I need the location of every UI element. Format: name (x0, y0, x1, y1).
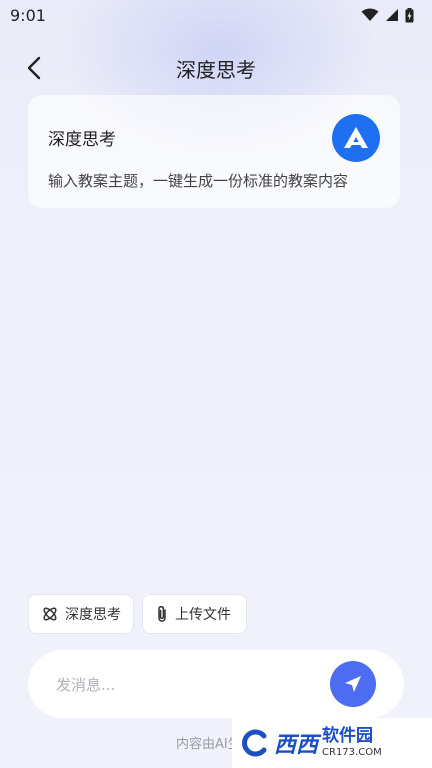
chevron-left-icon (27, 56, 41, 80)
deep-think-label: 深度思考 (65, 607, 121, 623)
watermark-sub: 软件园 (322, 726, 374, 746)
watermark-url: CR173.COM (322, 747, 382, 758)
send-icon (345, 676, 361, 692)
status-bar: 9:01 (0, 0, 432, 30)
status-icons (361, 7, 414, 23)
upload-file-label: 上传文件 (175, 607, 231, 623)
header: 深度思考 (0, 46, 432, 90)
watermark-main: 西西 (274, 733, 319, 758)
message-input[interactable] (54, 668, 328, 702)
card-description: 输入教案主题，一键生成一份标准的教案内容 (48, 172, 349, 190)
app-logo-icon (332, 114, 380, 162)
send-button[interactable] (330, 661, 376, 707)
battery-icon (405, 7, 414, 22)
watermark-logo-icon (242, 729, 267, 757)
watermark-text: 软件园 CR173.COM (322, 728, 382, 758)
back-button[interactable] (20, 52, 48, 84)
watermark: 西西 软件园 CR173.COM (232, 718, 432, 768)
status-time: 9:01 (10, 5, 46, 25)
paperclip-icon (158, 606, 166, 622)
intro-card: 深度思考 输入教案主题，一键生成一份标准的教案内容 (28, 95, 400, 208)
wifi-icon (361, 8, 379, 21)
cellular-signal-icon (386, 9, 398, 21)
page-title: 深度思考 (176, 57, 256, 82)
upload-file-button[interactable]: 上传文件 (142, 594, 247, 634)
message-composer (28, 650, 404, 718)
deep-think-button[interactable]: 深度思考 (28, 594, 134, 634)
card-title: 深度思考 (48, 130, 116, 150)
atom-icon (43, 607, 57, 621)
